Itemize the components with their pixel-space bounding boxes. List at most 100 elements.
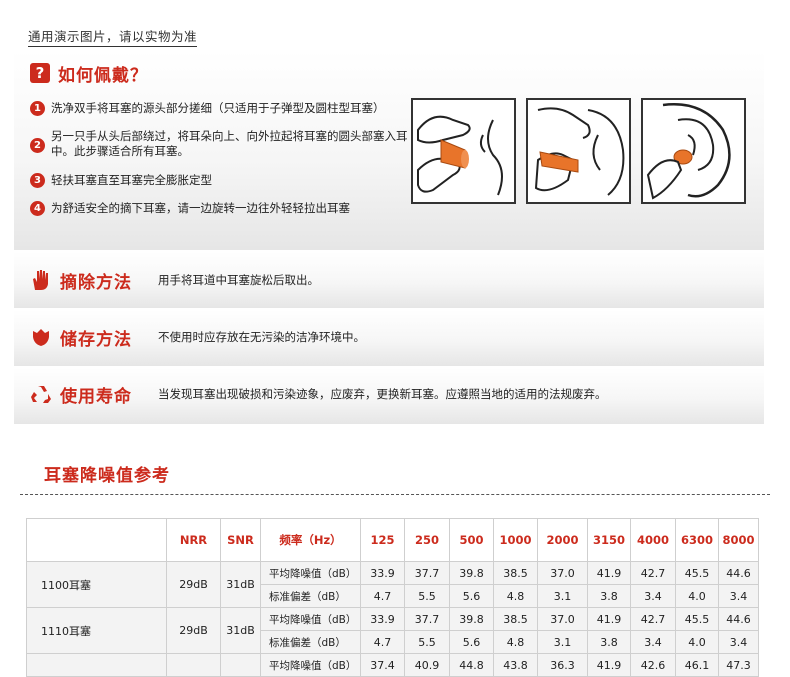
value-cell: 42.7 — [630, 561, 676, 585]
removal-title: 摘除方法 — [60, 272, 132, 293]
table-header-row: NRR SNR 频率（Hz） 125 250 500 1000 2000 315… — [26, 518, 759, 562]
illustration-roll-earplug — [411, 98, 516, 204]
snr-cell: 31dB — [220, 561, 261, 608]
value-cell: 44.6 — [718, 607, 759, 631]
value-cell: 3.8 — [587, 584, 631, 608]
hand-icon — [30, 269, 52, 291]
value-cell: 5.6 — [449, 630, 494, 654]
metric-label-cell: 平均降噪值（dB） — [260, 653, 361, 677]
nrr-cell: 29dB — [166, 561, 221, 608]
how-to-wear-title: 如何佩戴？ — [58, 65, 148, 86]
value-cell: 33.9 — [360, 607, 405, 631]
value-cell: 45.5 — [675, 607, 719, 631]
metric-label-cell: 标准偏差（dB） — [260, 630, 361, 654]
metric-label-cell: 标准偏差（dB） — [260, 584, 361, 608]
lifespan-title: 使用寿命 — [60, 386, 132, 407]
value-cell: 41.9 — [587, 561, 631, 585]
storage-section: 储存方法 不使用时应存放在无污染的洁净环境中。 — [30, 323, 365, 351]
value-cell: 4.7 — [360, 584, 405, 608]
value-cell: 40.9 — [404, 653, 450, 677]
table-row: 1100耳塞 29dB 31dB 平均降噪值（dB） 33.9 37.7 39.8 38.5 3… — [26, 561, 759, 608]
value-cell: 38.5 — [493, 607, 538, 631]
value-cell: 42.6 — [630, 653, 676, 677]
value-cell: 3.8 — [587, 630, 631, 654]
value-cell: 45.5 — [675, 561, 719, 585]
section-divider — [20, 494, 770, 495]
header-freq-250: 250 — [404, 518, 450, 562]
value-cell: 41.9 — [587, 653, 631, 677]
value-cell: 3.4 — [630, 630, 676, 654]
header-freq-4000: 4000 — [630, 518, 676, 562]
value-cell: 36.3 — [537, 653, 588, 677]
how-to-wear-heading: ? 如何佩戴？ — [30, 60, 148, 86]
value-cell: 4.0 — [675, 630, 719, 654]
model-cell — [26, 653, 167, 677]
value-cell: 44.6 — [718, 561, 759, 585]
demo-image-note: 通用演示图片，请以实物为准 — [28, 26, 198, 47]
question-icon: ? — [30, 63, 50, 83]
value-cell: 43.8 — [493, 653, 538, 677]
value-cell: 44.8 — [449, 653, 494, 677]
noise-reduction-table: NRR SNR 频率（Hz） 125 250 500 1000 2000 315… — [26, 518, 759, 677]
table-row: 1110耳塞 29dB 31dB 平均降噪值（dB） 33.9 37.7 39.8 38.5 3… — [26, 607, 759, 654]
header-freq-1000: 1000 — [493, 518, 538, 562]
nrr-cell — [166, 653, 221, 677]
storage-description: 不使用时应存放在无污染的洁净环境中。 — [158, 330, 365, 344]
header-freq-125: 125 — [360, 518, 405, 562]
step-number: 3 — [30, 173, 45, 188]
value-cell: 4.8 — [493, 630, 538, 654]
step-number: 2 — [30, 138, 45, 153]
snr-cell: 31dB — [220, 607, 261, 654]
step-number: 4 — [30, 201, 45, 216]
header-freq-2000: 2000 — [537, 518, 588, 562]
header-snr: SNR — [220, 518, 261, 562]
step-number: 1 — [30, 101, 45, 116]
value-cell: 47.3 — [718, 653, 759, 677]
step-text: 洗净双手将耳塞的源头部分搓细（只适用于子弹型及圆柱型耳塞） — [51, 101, 385, 115]
step-text: 另一只手从头后部绕过，将耳朵向上、向外拉起将耳塞的圆头部塞入耳中。此步骤适合所有… — [51, 129, 408, 158]
header-nrr: NRR — [166, 518, 221, 562]
removal-section: 摘除方法 用手将耳道中耳塞旋松后取出。 — [30, 266, 319, 294]
value-cell: 37.7 — [404, 607, 450, 631]
value-cell: 3.1 — [537, 630, 588, 654]
value-cell: 5.5 — [404, 630, 450, 654]
value-cell: 37.4 — [360, 653, 405, 677]
value-cell: 37.0 — [537, 561, 588, 585]
value-cell: 39.8 — [449, 607, 494, 631]
value-cell: 4.0 — [675, 584, 719, 608]
storage-title: 储存方法 — [60, 329, 132, 350]
step-3: 3 轻扶耳塞直至耳塞完全膨胀定型 — [30, 173, 416, 188]
step-text: 为舒适安全的摘下耳塞，请一边旋转一边往外轻轻拉出耳塞 — [51, 201, 350, 215]
value-cell: 39.8 — [449, 561, 494, 585]
metric-label-cell: 平均降噪值（dB） — [260, 561, 361, 585]
value-cell: 5.6 — [449, 584, 494, 608]
metric-label-cell: 平均降噪值（dB） — [260, 607, 361, 631]
illustration-insert-earplug — [526, 98, 631, 204]
value-cell: 41.9 — [587, 607, 631, 631]
illustration-hold-earplug — [641, 98, 746, 204]
shield-icon — [30, 326, 52, 348]
noise-reference-title: 耳塞降噪值参考 — [44, 466, 170, 486]
model-cell: 1100耳塞 — [26, 561, 167, 608]
header-freq-6300: 6300 — [675, 518, 719, 562]
value-cell: 37.0 — [537, 607, 588, 631]
recycle-icon — [30, 383, 52, 405]
value-cell: 3.4 — [630, 584, 676, 608]
value-cell: 37.7 — [404, 561, 450, 585]
step-2: 2 另一只手从头后部绕过，将耳朵向上、向外拉起将耳塞的圆头部塞入耳中。此步骤适合… — [30, 129, 416, 159]
table-row: 平均降噪值（dB） 37.4 40.9 44.8 43.8 36.3 41.9 42.6 46.… — [26, 653, 759, 677]
snr-cell — [220, 653, 261, 677]
value-cell: 3.4 — [718, 630, 759, 654]
value-cell: 4.7 — [360, 630, 405, 654]
header-model — [26, 518, 167, 562]
value-cell: 3.1 — [537, 584, 588, 608]
header-freq-3150: 3150 — [587, 518, 631, 562]
step-text: 轻扶耳塞直至耳塞完全膨胀定型 — [51, 173, 212, 187]
header-frequency: 频率（Hz） — [260, 518, 361, 562]
value-cell: 3.4 — [718, 584, 759, 608]
value-cell: 4.8 — [493, 584, 538, 608]
step-1: 1 洗净双手将耳塞的源头部分搓细（只适用于子弹型及圆柱型耳塞） — [30, 101, 416, 116]
nrr-cell: 29dB — [166, 607, 221, 654]
header-freq-500: 500 — [449, 518, 494, 562]
lifespan-section: 使用寿命 当发现耳塞出现破损和污染迹象，应废弃，更换新耳塞。应遵照当地的适用的法… — [30, 380, 607, 408]
